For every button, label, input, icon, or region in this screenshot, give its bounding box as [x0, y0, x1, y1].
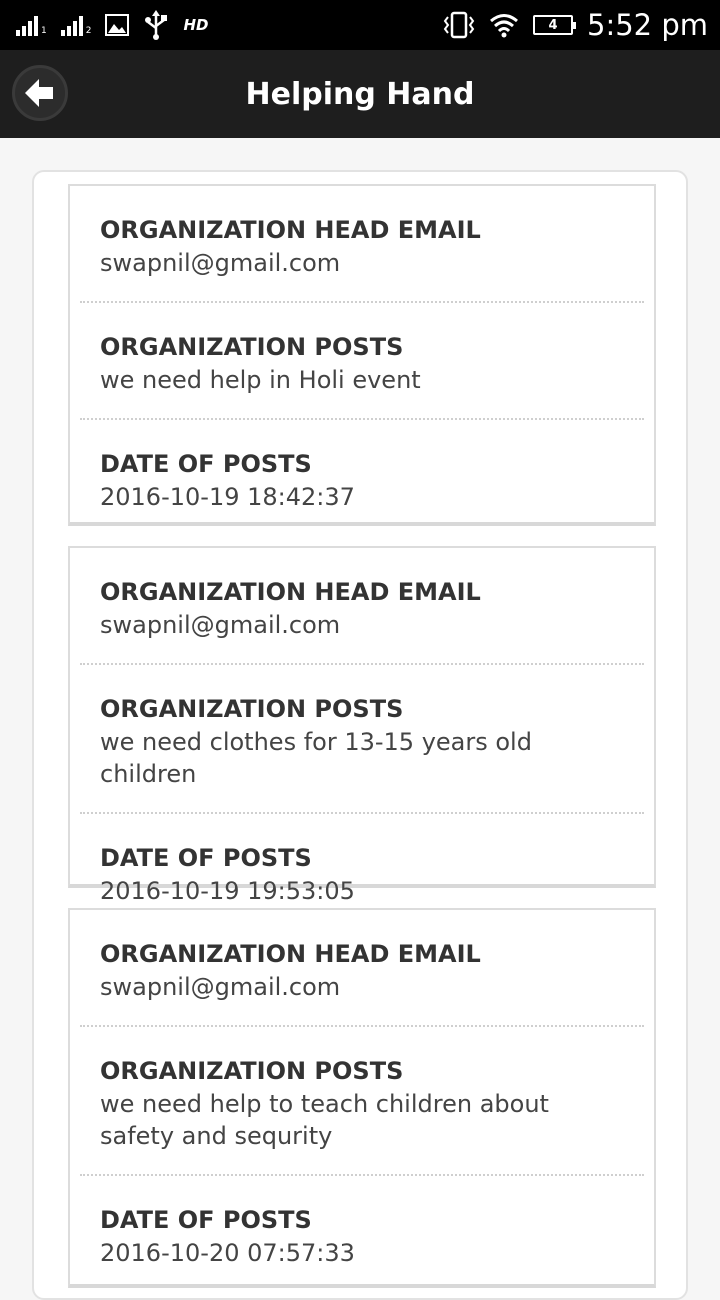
email-value: swapnil@gmail.com: [100, 611, 341, 639]
post-value: we need help in Holi event: [100, 366, 421, 394]
post-card: ORGANIZATION HEAD EMAIL swapnil@gmail.co…: [68, 908, 656, 1288]
post-field: ORGANIZATION POSTS we need help to teach…: [70, 1027, 654, 1152]
date-field: DATE OF POSTS 2016-10-19 19:53:05: [70, 814, 654, 907]
status-bar-left: 1 2 HD: [16, 10, 208, 40]
date-label: DATE OF POSTS: [100, 450, 312, 478]
status-bar: 1 2 HD 4 5:52 pm: [0, 0, 720, 50]
post-card: ORGANIZATION HEAD EMAIL swapnil@gmail.co…: [68, 184, 656, 526]
posts-label: ORGANIZATION POSTS: [100, 695, 404, 723]
back-arrow-icon: [25, 79, 53, 107]
wifi-icon: [490, 14, 518, 38]
email-value: swapnil@gmail.com: [100, 973, 341, 1001]
date-field: DATE OF POSTS 2016-10-19 18:42:37: [70, 420, 654, 513]
signal-sim1-icon: 1: [16, 14, 47, 36]
battery-icon: 4: [533, 15, 576, 35]
post-list[interactable]: ORGANIZATION HEAD EMAIL swapnil@gmail.co…: [32, 170, 688, 1300]
email-label: ORGANIZATION HEAD EMAIL: [100, 216, 481, 244]
date-value: 2016-10-19 19:53:05: [100, 877, 355, 905]
email-label: ORGANIZATION HEAD EMAIL: [100, 940, 481, 968]
date-value: 2016-10-19 18:42:37: [100, 483, 355, 511]
back-button[interactable]: [12, 65, 68, 121]
date-field: DATE OF POSTS 2016-10-20 07:57:33: [70, 1176, 654, 1269]
sim1-label: 1: [41, 26, 47, 36]
email-field: ORGANIZATION HEAD EMAIL swapnil@gmail.co…: [70, 186, 654, 279]
status-bar-right: 4 5:52 pm: [443, 8, 708, 42]
vibrate-icon: [443, 11, 475, 39]
page-title: Helping Hand: [245, 76, 475, 112]
signal-sim2-icon: 2: [60, 14, 92, 36]
app-bar: Helping Hand: [0, 50, 720, 138]
date-label: DATE OF POSTS: [100, 844, 312, 872]
posts-label: ORGANIZATION POSTS: [100, 333, 404, 361]
hd-label: HD: [183, 16, 209, 34]
date-value: 2016-10-20 07:57:33: [100, 1239, 355, 1267]
posts-label: ORGANIZATION POSTS: [100, 1057, 404, 1085]
sim2-label: 2: [85, 26, 92, 36]
email-label: ORGANIZATION HEAD EMAIL: [100, 578, 481, 606]
email-field: ORGANIZATION HEAD EMAIL swapnil@gmail.co…: [70, 548, 654, 641]
post-value: we need help to teach children about saf…: [100, 1090, 549, 1150]
battery-level: 4: [548, 17, 558, 33]
email-value: swapnil@gmail.com: [100, 249, 341, 277]
clock: 5:52 pm: [587, 8, 708, 42]
image-notification-icon: [105, 14, 130, 36]
post-field: ORGANIZATION POSTS we need help in Holi …: [70, 303, 654, 396]
post-card: ORGANIZATION HEAD EMAIL swapnil@gmail.co…: [68, 546, 656, 905]
email-field: ORGANIZATION HEAD EMAIL swapnil@gmail.co…: [70, 910, 654, 1003]
date-label: DATE OF POSTS: [100, 1206, 312, 1234]
post-field: ORGANIZATION POSTS we need clothes for 1…: [70, 665, 654, 790]
usb-icon: [145, 10, 168, 40]
post-value: we need clothes for 13-15 years old chil…: [100, 728, 532, 788]
